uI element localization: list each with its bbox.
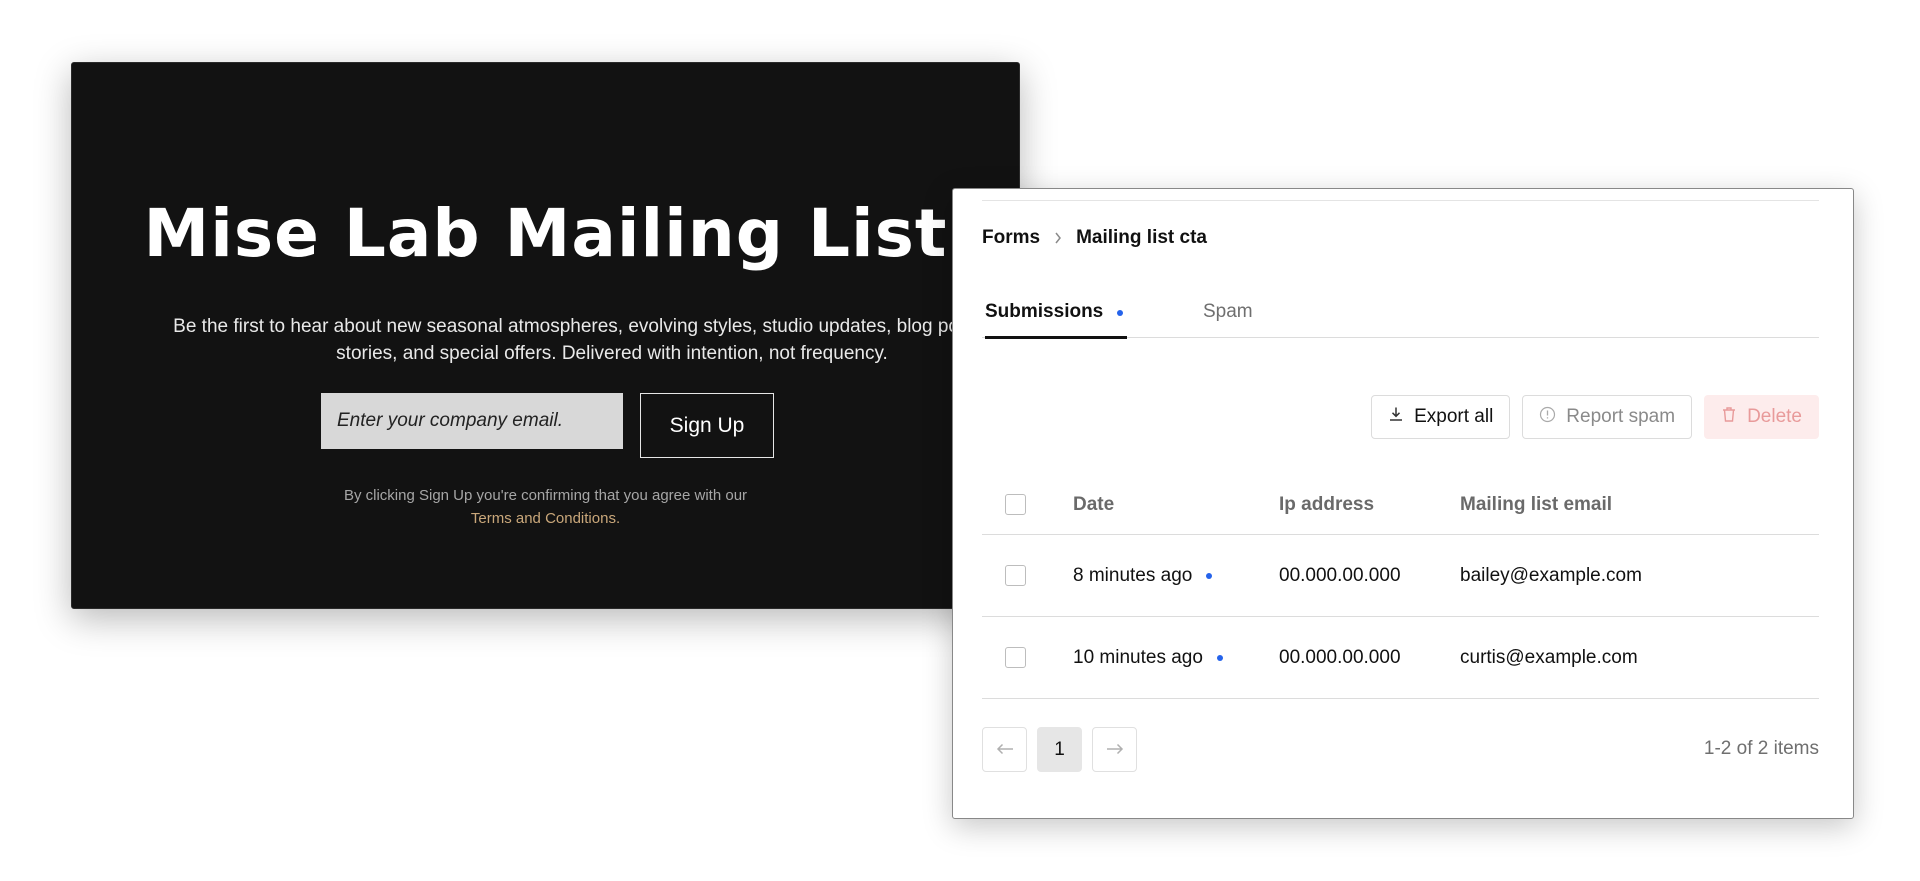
signup-card: Mise Lab Mailing List Be the first to he… xyxy=(71,62,1020,609)
column-header-date[interactable]: Date xyxy=(1073,475,1114,534)
breadcrumb: Forms Mailing list cta xyxy=(982,227,1207,249)
next-page-button[interactable] xyxy=(1092,727,1137,772)
arrow-left-icon xyxy=(996,739,1014,761)
delete-label: Delete xyxy=(1747,406,1802,427)
tab-submissions-label: Submissions xyxy=(985,301,1104,322)
column-header-email[interactable]: Mailing list email xyxy=(1460,475,1612,534)
table-header-row: Date Ip address Mailing list email xyxy=(982,475,1819,535)
toolbar: Export all Report spam Delete xyxy=(1371,395,1819,439)
select-all-checkbox[interactable] xyxy=(1005,494,1026,515)
submissions-panel: Forms Mailing list cta Submissions Spam … xyxy=(952,188,1854,819)
email-input[interactable] xyxy=(321,393,623,449)
tab-spam[interactable]: Spam xyxy=(1203,287,1253,337)
arrow-right-icon xyxy=(1106,739,1124,761)
sign-up-button[interactable]: Sign Up xyxy=(640,393,774,458)
row-date-cell: 8 minutes ago xyxy=(1073,535,1213,616)
table-row[interactable]: 10 minutes ago 00.000.00.000 curtis@exam… xyxy=(982,617,1819,699)
row-email: curtis@example.com xyxy=(1460,646,1638,668)
pagination-summary: 1-2 of 2 items xyxy=(1703,738,1819,759)
pagination: 1 xyxy=(982,727,1137,772)
page-number-button[interactable]: 1 xyxy=(1037,727,1082,772)
breadcrumb-forms-link[interactable]: Forms xyxy=(982,227,1040,249)
signup-title: Mise Lab Mailing List xyxy=(143,195,948,272)
signup-description: Be the first to hear about new seasonal … xyxy=(173,316,1019,364)
column-header-ip[interactable]: Ip address xyxy=(1279,475,1374,534)
unread-indicator xyxy=(1206,572,1213,579)
submissions-table: Date Ip address Mailing list email 8 min… xyxy=(982,475,1819,699)
previous-page-button[interactable] xyxy=(982,727,1027,772)
row-date: 10 minutes ago xyxy=(1073,646,1203,668)
download-icon xyxy=(1388,406,1404,428)
legal-notice: By clicking Sign Up you're confirming th… xyxy=(72,484,1019,530)
export-all-button[interactable]: Export all xyxy=(1371,395,1511,439)
divider xyxy=(982,200,1819,201)
row-email: bailey@example.com xyxy=(1460,564,1642,586)
breadcrumb-current: Mailing list cta xyxy=(1076,227,1207,248)
trash-icon xyxy=(1721,406,1737,429)
row-checkbox[interactable] xyxy=(1005,647,1026,668)
legal-text: By clicking Sign Up you're confirming th… xyxy=(343,487,748,504)
report-spam-label: Report spam xyxy=(1566,406,1676,427)
delete-button[interactable]: Delete xyxy=(1704,395,1819,439)
row-ip: 00.000.00.000 xyxy=(1279,564,1401,586)
unread-indicator xyxy=(1216,654,1223,661)
tab-submissions[interactable]: Submissions xyxy=(985,287,1127,339)
row-checkbox[interactable] xyxy=(1005,565,1026,586)
row-date: 8 minutes ago xyxy=(1073,564,1193,586)
export-all-label: Export all xyxy=(1414,406,1494,427)
chevron-right-icon xyxy=(1054,232,1062,244)
alert-circle-icon xyxy=(1539,406,1556,429)
row-date-cell: 10 minutes ago xyxy=(1073,617,1223,698)
tab-spam-label: Spam xyxy=(1203,301,1253,322)
table-row[interactable]: 8 minutes ago 00.000.00.000 bailey@examp… xyxy=(982,535,1819,617)
active-tab-underline xyxy=(985,336,1127,339)
tab-bar: Submissions Spam xyxy=(982,287,1819,339)
unread-indicator xyxy=(1117,310,1124,316)
report-spam-button[interactable]: Report spam xyxy=(1522,395,1693,439)
row-ip: 00.000.00.000 xyxy=(1279,646,1401,668)
terms-link[interactable]: Terms and Conditions. xyxy=(471,510,620,527)
